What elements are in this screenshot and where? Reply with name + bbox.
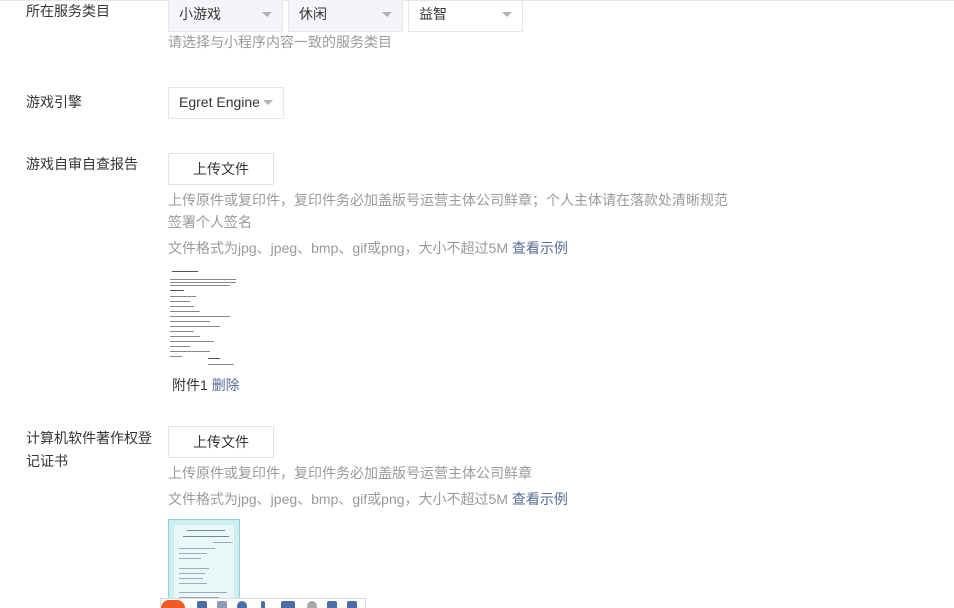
copyright-format-text: 文件格式为jpg、jpeg、bmp、gif或png，大小不超过5M <box>168 491 508 507</box>
chevron-down-icon <box>382 12 392 17</box>
attachment-name: 附件1 <box>172 377 208 393</box>
category-secondary-value: 休闲 <box>299 6 327 22</box>
report-format-text: 文件格式为jpg、jpeg、bmp、gif或png，大小不超过5M <box>168 240 508 256</box>
category-select-tertiary[interactable]: 益智 <box>408 0 523 32</box>
report-attachment: 附件1 删除 <box>172 375 240 395</box>
game-engine-value: Egret Engine <box>179 94 259 110</box>
upload-copyright-button[interactable]: 上传文件 <box>168 426 274 458</box>
upload-report-button[interactable]: 上传文件 <box>168 153 274 185</box>
copyright-format-tip: 文件格式为jpg、jpeg、bmp、gif或png，大小不超过5M 查看示例 <box>168 488 568 510</box>
copyright-example-link[interactable]: 查看示例 <box>512 491 568 507</box>
service-category-label: 所在服务类目 <box>26 3 110 19</box>
self-check-report-label: 游戏自审自查报告 <box>26 156 138 172</box>
delete-attachment-link[interactable]: 删除 <box>212 377 240 393</box>
chevron-down-icon <box>263 100 273 105</box>
chevron-down-icon <box>502 12 512 17</box>
report-format-tip: 文件格式为jpg、jpeg、bmp、gif或png，大小不超过5M 查看示例 <box>168 237 568 259</box>
game-engine-label: 游戏引擎 <box>26 94 82 110</box>
category-primary-value: 小游戏 <box>179 6 221 22</box>
chevron-down-icon <box>262 12 272 17</box>
category-select-primary: 小游戏 <box>168 0 283 32</box>
software-copyright-label: 计算机软件著作权登 记证书 <box>26 427 156 473</box>
copyright-thumbnail[interactable] <box>168 519 240 607</box>
copyright-tip: 上传原件或复印件，复印件务必加盖版号运营主体公司鲜章 <box>168 465 532 481</box>
report-tip-line1: 上传原件或复印件，复印件务必加盖版号运营主体公司鲜章；个人主体请在落款处清晰规范 <box>168 192 728 208</box>
report-tip-line2: 签署个人签名 <box>168 214 252 230</box>
floating-toolbar[interactable] <box>160 598 366 608</box>
service-category-tip: 请选择与小程序内容一致的服务类目 <box>168 34 392 50</box>
software-copyright-label-line1: 计算机软件著作权登 <box>26 430 152 446</box>
software-copyright-label-line2: 记证书 <box>26 453 68 469</box>
report-example-link[interactable]: 查看示例 <box>512 240 568 256</box>
game-engine-select[interactable]: Egret Engine <box>168 87 284 119</box>
category-select-secondary: 休闲 <box>288 0 403 32</box>
category-tertiary-value: 益智 <box>419 6 447 22</box>
report-thumbnail[interactable] <box>168 268 242 370</box>
